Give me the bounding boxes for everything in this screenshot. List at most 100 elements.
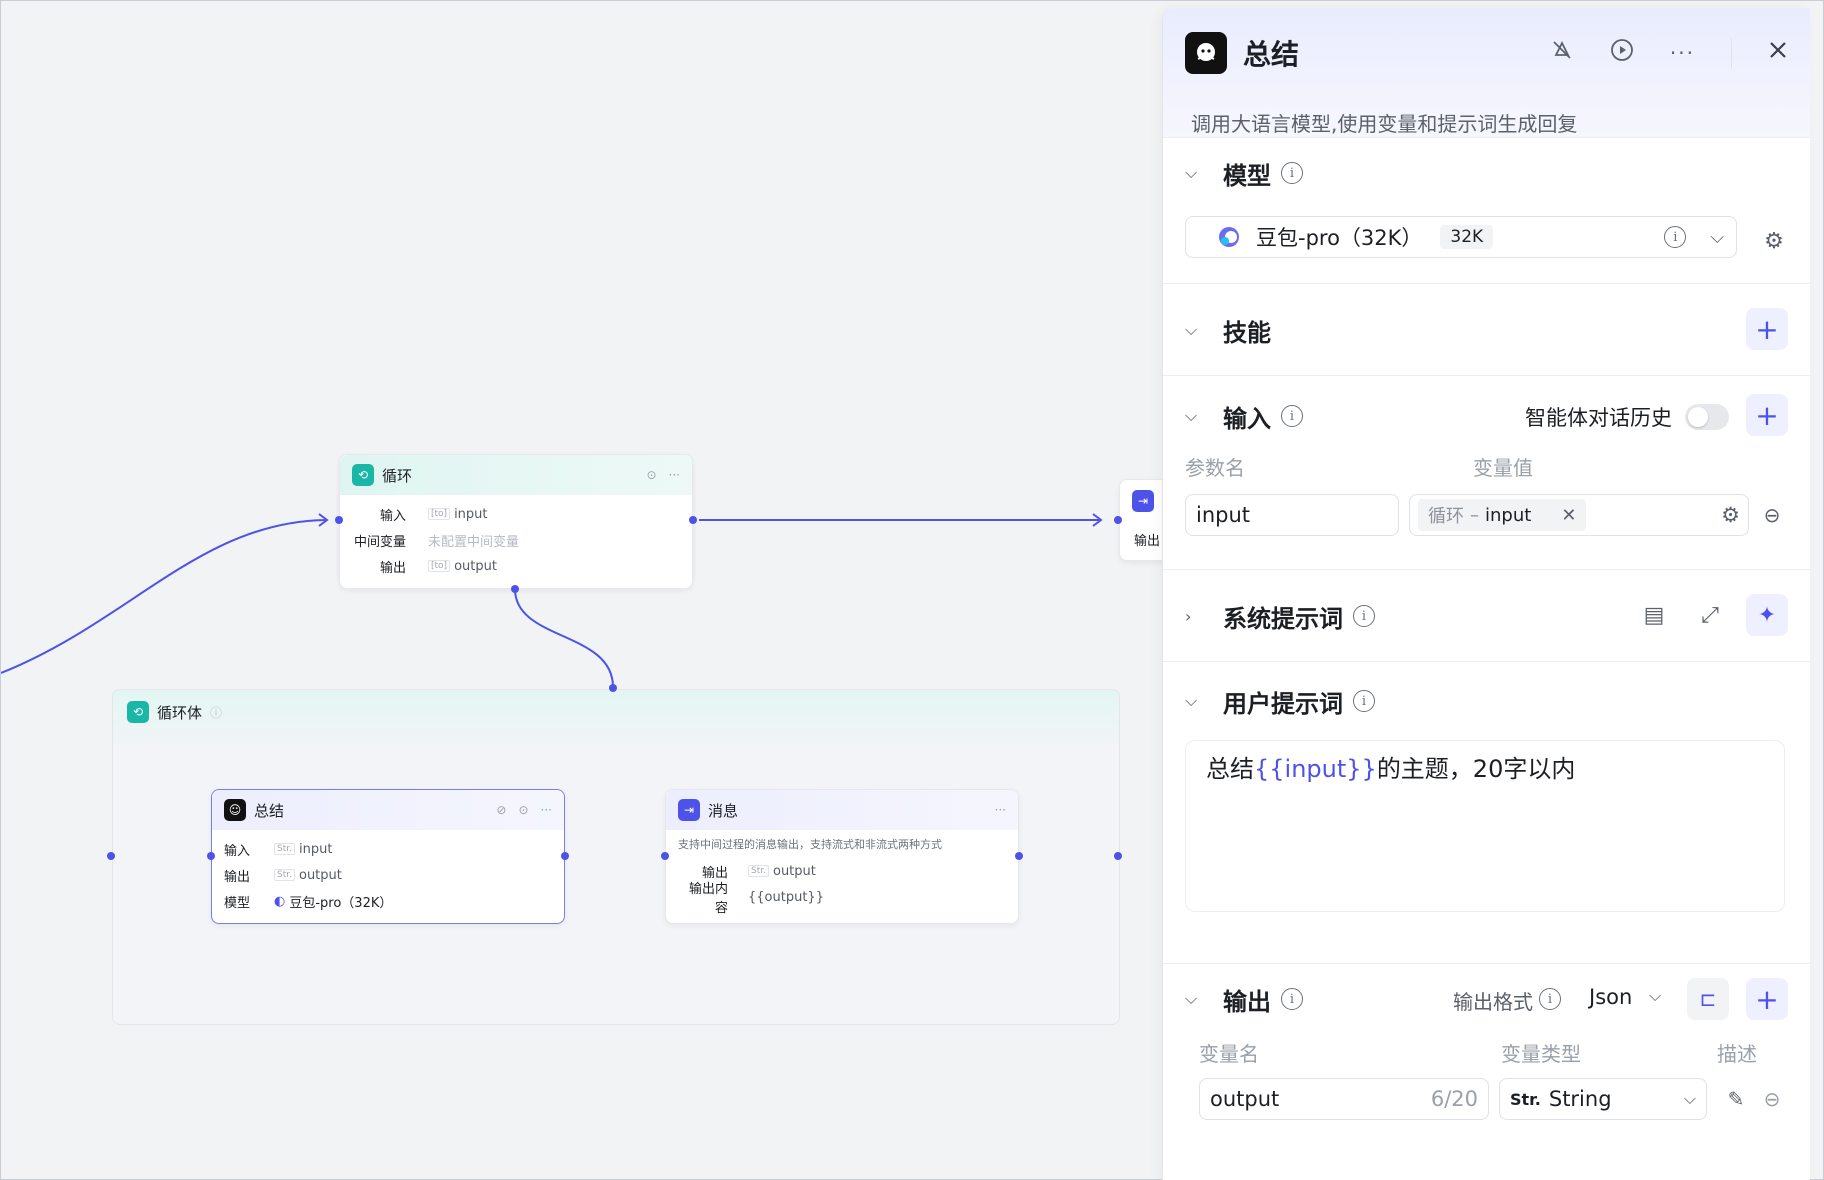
run-icon[interactable]: ⊙ — [646, 468, 656, 482]
param-name-input[interactable]: input — [1185, 494, 1399, 536]
run-icon[interactable]: ⊙ — [518, 803, 528, 817]
mute-icon[interactable] — [1550, 38, 1574, 68]
panel-title: 总结 — [1243, 38, 1300, 71]
ai-optimize-button[interactable]: ✦ — [1746, 594, 1788, 636]
end-input-port[interactable] — [1114, 516, 1122, 524]
chevron-down-icon[interactable]: ⌵ — [1185, 691, 1209, 711]
gear-icon[interactable]: ⚙ — [1721, 503, 1740, 527]
remove-icon[interactable]: ⊖ — [1759, 1086, 1785, 1112]
expand-icon[interactable]: ⤢ — [1695, 600, 1725, 630]
model-name: 豆包-pro（32K） — [1256, 226, 1423, 250]
info-icon[interactable]: i — [1281, 988, 1303, 1010]
loop-node[interactable]: ⟲ 循环 ⊙ ··· 输入 [to] input 中间变量 未配置中间变量 输出 … — [339, 454, 693, 589]
info-icon[interactable]: i — [1281, 405, 1303, 427]
chevron-down-icon[interactable]: ⌵ — [1185, 320, 1209, 340]
chat-history-label: 智能体对话历史 — [1525, 406, 1672, 430]
close-icon[interactable]: ✕ — [1561, 505, 1576, 526]
chevron-down-icon[interactable]: ⌵ — [1185, 989, 1209, 1009]
model-section: ⌵ 模型 i 豆包-pro（32K） 32K i ⌵ ⚙ — [1163, 138, 1810, 284]
description-icon[interactable]: ✎ — [1723, 1086, 1749, 1112]
summary-node-actions: ⊘ ⊙ ··· — [496, 803, 552, 817]
user-prompt-editor[interactable]: 总结{{input}}的主题，20字以内 — [1185, 740, 1785, 912]
section-title: 技能 — [1223, 318, 1271, 347]
type-tag: [to] — [428, 560, 451, 572]
loop-row-intermediate: 中间变量 未配置中间变量 — [352, 527, 680, 553]
var-source: 循环 — [1428, 506, 1464, 527]
section-title: 系统提示词 — [1223, 604, 1343, 633]
loop-input-port[interactable] — [335, 516, 343, 524]
chevron-down-icon[interactable]: ⌵ — [1185, 406, 1209, 426]
type-tag: Str. — [1510, 1089, 1541, 1109]
row-value: output — [454, 558, 497, 574]
loop-body-in-port[interactable] — [609, 684, 617, 692]
summary-node-body: 输入 Str. input 输出 Str. output 模型 ◐ 豆包-pro（32K） — [212, 830, 564, 924]
message-description: 支持中间过程的消息输出，支持流式和非流式两种方式 — [678, 838, 942, 851]
message-output-port[interactable] — [1015, 852, 1023, 860]
format-toggle-icon[interactable]: ⊏ — [1687, 978, 1729, 1020]
add-input-button[interactable]: + — [1746, 394, 1788, 436]
row-key: 输出 — [379, 560, 406, 576]
mute-icon[interactable]: ⊘ — [496, 803, 506, 817]
type-tag: Str. — [274, 869, 295, 881]
more-icon[interactable]: ··· — [541, 803, 552, 817]
output-var-name-input[interactable]: output 6/20 — [1199, 1078, 1489, 1120]
row-value: 豆包-pro（32K） — [289, 895, 393, 911]
body-start-port[interactable] — [107, 852, 115, 860]
info-icon[interactable]: i — [1353, 605, 1375, 627]
summary-input-port[interactable] — [207, 852, 215, 860]
loop-node-header: ⟲ 循环 ⊙ ··· — [340, 455, 692, 495]
info-icon[interactable]: i — [1539, 988, 1561, 1010]
info-icon[interactable]: i — [1281, 162, 1303, 184]
col-param-name: 参数名 — [1185, 456, 1245, 480]
prompt-text: 总结 — [1206, 755, 1254, 783]
var-name: input — [1485, 504, 1532, 526]
summary-node[interactable]: ☺ 总结 ⊘ ⊙ ··· 输入 Str. input 输出 Str. output 模型… — [211, 789, 565, 924]
section-title: 用户提示词 — [1223, 689, 1343, 718]
more-icon[interactable]: ··· — [1670, 41, 1695, 65]
chevron-right-icon[interactable]: › — [1185, 607, 1209, 626]
loop-row-output: 输出 [to] output — [352, 553, 680, 579]
summary-node-header: ☺ 总结 ⊘ ⊙ ··· — [212, 790, 564, 830]
gear-icon[interactable]: ⚙ — [1759, 226, 1789, 256]
add-skill-button[interactable]: + — [1746, 308, 1788, 350]
section-title: 输入 — [1223, 404, 1271, 433]
var-value-select[interactable]: 循环 – input ✕ ⚙ — [1409, 494, 1749, 536]
row-key: 中间变量 — [353, 534, 406, 550]
output-format-select[interactable]: Json — [1589, 985, 1632, 1009]
row-key: 输出内容 — [688, 882, 728, 916]
edge-start-loop — [1, 519, 328, 674]
close-icon[interactable] — [1768, 40, 1788, 66]
loop-output-port[interactable] — [689, 516, 697, 524]
body-end-port[interactable] — [1114, 852, 1122, 860]
model-select[interactable]: 豆包-pro（32K） 32K i ⌵ — [1185, 216, 1737, 258]
row-value: input — [298, 841, 333, 857]
message-input-port[interactable] — [661, 852, 669, 860]
message-node-header: ⇥ 消息 ··· — [666, 790, 1018, 830]
info-icon[interactable]: i — [1664, 226, 1687, 248]
node-config-panel: 总结 ··· 调用大语言模型,使用变量和提示词生成回复 ⌵ 模型 i 豆包-pr… — [1162, 8, 1810, 1180]
llm-icon: ☺ — [224, 799, 246, 821]
summary-output-port[interactable] — [561, 852, 569, 860]
summary-node-title: 总结 — [254, 801, 285, 820]
more-icon[interactable]: ··· — [669, 468, 680, 482]
row-value: output — [298, 867, 342, 883]
add-output-button[interactable]: + — [1746, 978, 1788, 1020]
type-name: String — [1548, 1087, 1612, 1111]
type-tag: Str. — [274, 843, 295, 855]
row-key: 输入 — [379, 508, 406, 524]
more-icon[interactable]: ··· — [995, 803, 1006, 817]
loop-icon: ⟲ — [352, 464, 374, 486]
prompt-variable: {{input}} — [1254, 755, 1377, 783]
output-type-select[interactable]: Str. String ⌵ — [1499, 1078, 1707, 1120]
info-icon[interactable]: i — [1353, 690, 1375, 712]
chevron-down-icon: ⌵ — [1683, 1089, 1696, 1108]
message-node[interactable]: ⇥ 消息 ··· 支持中间过程的消息输出，支持流式和非流式两种方式 输出 Str.… — [665, 789, 1019, 924]
chat-history-toggle[interactable] — [1685, 404, 1729, 430]
template-icon[interactable]: ▤ — [1639, 600, 1669, 630]
loop-body-out-port[interactable] — [511, 585, 519, 593]
chevron-down-icon[interactable]: ⌵ — [1185, 163, 1209, 183]
run-icon[interactable] — [1610, 38, 1634, 68]
chevron-down-icon[interactable]: ⌵ — [1649, 986, 1661, 1006]
end-node-label: 输出 — [1134, 534, 1161, 549]
remove-icon[interactable]: ⊖ — [1759, 502, 1785, 528]
